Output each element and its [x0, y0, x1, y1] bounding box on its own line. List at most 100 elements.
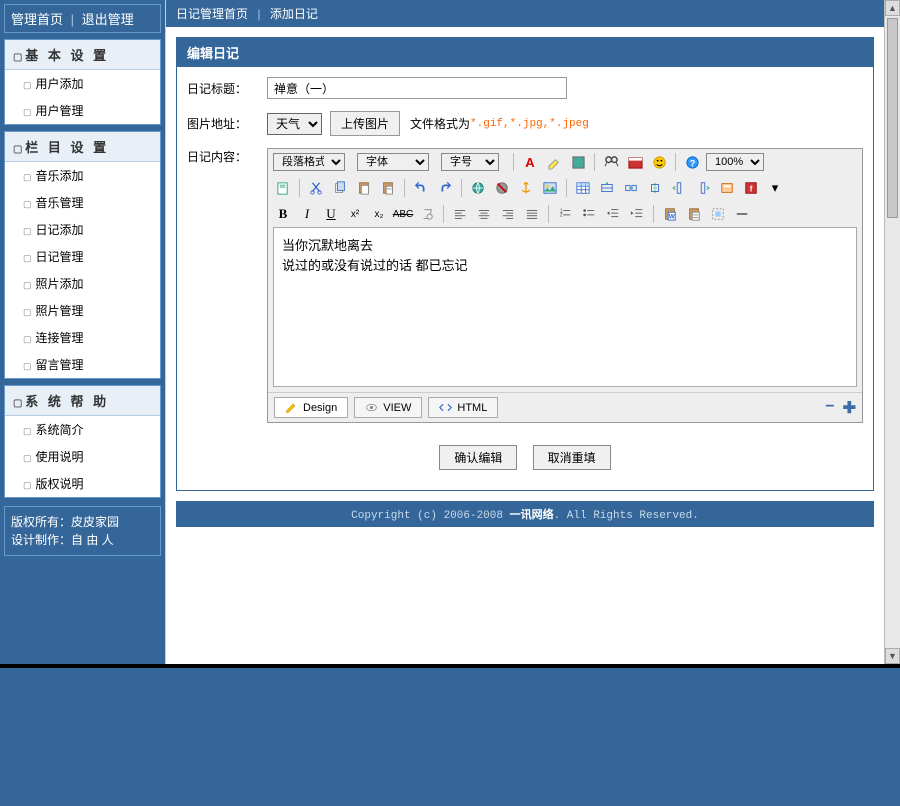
tab-design[interactable]: Design: [274, 397, 348, 418]
below-viewport: [0, 664, 900, 806]
sidebar-item-music-add[interactable]: 音乐添加: [5, 162, 160, 189]
sidebar-item-diary-manage[interactable]: 日记管理: [5, 243, 160, 270]
menu-header-column: 栏 目 设 置: [5, 132, 160, 162]
image-icon[interactable]: [540, 178, 560, 198]
unlink-icon[interactable]: [492, 178, 512, 198]
align-center-icon[interactable]: [474, 204, 494, 224]
unordered-list-icon[interactable]: [579, 204, 599, 224]
table-icon[interactable]: [573, 178, 593, 198]
confirm-button[interactable]: 确认编辑: [439, 445, 517, 470]
select-all-icon[interactable]: [708, 204, 728, 224]
emoji-icon[interactable]: [649, 152, 669, 172]
sidebar-item-link-manage[interactable]: 连接管理: [5, 324, 160, 351]
align-left-icon[interactable]: [450, 204, 470, 224]
expand-icon[interactable]: ✚: [843, 398, 856, 418]
svg-text:W: W: [669, 213, 675, 220]
code-icon: [439, 401, 452, 414]
sidebar-item-copyright[interactable]: 版权说明: [5, 470, 160, 497]
insert-row-icon[interactable]: [597, 178, 617, 198]
copyright-box: 版权所有：皮皮家园 设计制作：自 由 人: [4, 506, 161, 556]
sidebar-item-usage[interactable]: 使用说明: [5, 443, 160, 470]
highlight-icon[interactable]: [544, 152, 564, 172]
content-panel: 编辑日记 日记标题： 图片地址： 天气 上传图片 文件格式为 *.gif,*.j…: [176, 37, 874, 491]
flash-icon[interactable]: f: [741, 178, 761, 198]
form-icon[interactable]: [717, 178, 737, 198]
split-cell-icon[interactable]: [645, 178, 665, 198]
sidebar-item-user-add[interactable]: 用户添加: [5, 70, 160, 97]
panel-title: 编辑日记: [177, 38, 873, 67]
menu-column: 栏 目 设 置 音乐添加 音乐管理 日记添加 日记管理 照片添加 照片管理 连接…: [4, 131, 161, 379]
editor-content[interactable]: 当你沉默地离去 说过的或没有说过的话 都已忘记: [273, 227, 857, 387]
paste-plain-icon[interactable]: [684, 204, 704, 224]
logout-link[interactable]: 退出管理: [82, 12, 134, 27]
redo-icon[interactable]: [435, 178, 455, 198]
bgcolor-icon[interactable]: [568, 152, 588, 172]
help-icon[interactable]: ?: [682, 152, 702, 172]
strikethrough-icon[interactable]: ABC: [393, 204, 413, 224]
paste-word-icon[interactable]: W: [660, 204, 680, 224]
symbol-dropdown-icon[interactable]: ▾: [765, 178, 785, 198]
sidebar-item-photo-add[interactable]: 照片添加: [5, 270, 160, 297]
subscript-icon[interactable]: x₂: [369, 204, 389, 224]
upload-image-button[interactable]: 上传图片: [330, 111, 400, 136]
underline-icon[interactable]: U: [321, 204, 341, 224]
cancel-button[interactable]: 取消重填: [533, 445, 611, 470]
scrollbar[interactable]: ▲ ▼: [884, 0, 900, 664]
diary-title-input[interactable]: [267, 77, 567, 99]
tab-view[interactable]: VIEW: [354, 397, 422, 418]
paste-text-icon[interactable]: [378, 178, 398, 198]
sidebar-item-photo-manage[interactable]: 照片管理: [5, 297, 160, 324]
cut-icon[interactable]: [306, 178, 326, 198]
find-icon[interactable]: [601, 152, 621, 172]
collapse-icon[interactable]: −: [825, 398, 834, 418]
admin-home-link[interactable]: 管理首页: [11, 12, 63, 27]
insert-col-left-icon[interactable]: [669, 178, 689, 198]
align-right-icon[interactable]: [498, 204, 518, 224]
hr-icon[interactable]: [732, 204, 752, 224]
outdent-icon[interactable]: [603, 204, 623, 224]
date-icon[interactable]: [625, 152, 645, 172]
merge-cell-icon[interactable]: [621, 178, 641, 198]
new-icon[interactable]: [273, 178, 293, 198]
zoom-select[interactable]: 100%: [706, 153, 764, 171]
undo-icon[interactable]: [411, 178, 431, 198]
weather-select[interactable]: 天气: [267, 113, 322, 135]
eye-icon: [365, 401, 378, 414]
breadcrumb-add[interactable]: 添加日记: [270, 7, 318, 21]
paragraph-select[interactable]: 段落格式: [273, 153, 345, 171]
align-justify-icon[interactable]: [522, 204, 542, 224]
sidebar-item-diary-add[interactable]: 日记添加: [5, 216, 160, 243]
bold-icon[interactable]: B: [273, 204, 293, 224]
sidebar-item-user-manage[interactable]: 用户管理: [5, 97, 160, 124]
anchor-icon[interactable]: [516, 178, 536, 198]
sidebar-item-about[interactable]: 系统简介: [5, 416, 160, 443]
copy-icon[interactable]: [330, 178, 350, 198]
superscript-icon[interactable]: x²: [345, 204, 365, 224]
copyright-line1: 版权所有：皮皮家园: [11, 513, 154, 531]
sidebar-item-guestbook-manage[interactable]: 留言管理: [5, 351, 160, 378]
label-content: 日记内容：: [187, 148, 267, 165]
menu-header-basic: 基 本 设 置: [5, 40, 160, 70]
footer: Copyright (c) 2006-2008 一讯网络. All Rights…: [176, 501, 874, 527]
italic-icon[interactable]: I: [297, 204, 317, 224]
scroll-down-icon[interactable]: ▼: [885, 648, 900, 664]
scroll-up-icon[interactable]: ▲: [885, 0, 900, 16]
breadcrumb: 日记管理首页 | 添加日记: [166, 0, 884, 27]
font-select[interactable]: 字体: [357, 153, 429, 171]
size-select[interactable]: 字号: [441, 153, 499, 171]
tab-html[interactable]: HTML: [428, 397, 498, 418]
remove-format-icon[interactable]: [417, 204, 437, 224]
top-links: 管理首页 | 退出管理: [4, 4, 161, 33]
indent-icon[interactable]: [627, 204, 647, 224]
sidebar-item-music-manage[interactable]: 音乐管理: [5, 189, 160, 216]
svg-text:?: ?: [689, 158, 695, 168]
breadcrumb-home[interactable]: 日记管理首页: [176, 7, 248, 21]
insert-col-right-icon[interactable]: [693, 178, 713, 198]
scrollbar-thumb[interactable]: [887, 18, 898, 218]
menu-basic: 基 本 设 置 用户添加 用户管理: [4, 39, 161, 125]
ordered-list-icon[interactable]: 12: [555, 204, 575, 224]
font-color-icon[interactable]: A: [520, 152, 540, 172]
paste-icon[interactable]: [354, 178, 374, 198]
link-icon[interactable]: [468, 178, 488, 198]
svg-text:2: 2: [560, 213, 563, 219]
